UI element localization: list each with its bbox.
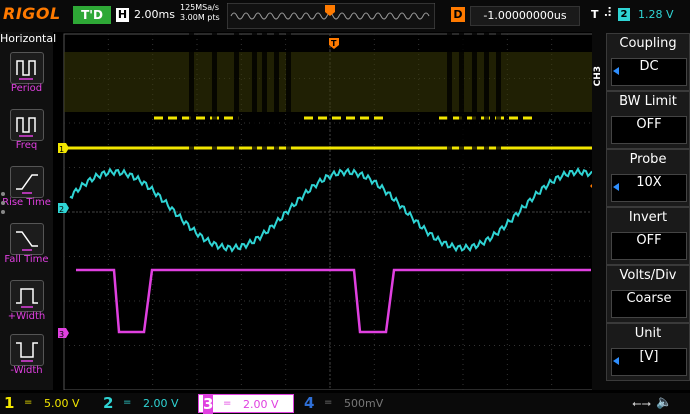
- measure-menu: Horizontal Period Freq Rise Time Fall Ti…: [0, 32, 57, 390]
- brand-logo: RIGOL: [3, 4, 61, 23]
- volts-div-value: Coarse: [611, 290, 687, 318]
- rising-edge-icon: ⠼: [603, 6, 613, 21]
- frequency-icon: [10, 109, 44, 141]
- acquisition-info: 125MSa/s 3.00M pts: [180, 3, 220, 23]
- sample-rate: 125MSa/s: [180, 3, 220, 12]
- ch2-trace: [69, 166, 593, 253]
- delay-readout[interactable]: -1.00000000us: [470, 6, 580, 26]
- volts-div-softkey[interactable]: Volts/Div Coarse: [606, 265, 690, 323]
- measure-freq-label: Freq: [15, 140, 38, 151]
- negative-width-icon: [10, 334, 44, 366]
- channel-2-status[interactable]: 2 = 2.00 V: [99, 394, 195, 413]
- delay-badge: D: [451, 7, 465, 22]
- probe-softkey[interactable]: Probe 10X: [606, 149, 690, 207]
- trigger-time-marker-label: T: [331, 39, 337, 48]
- coupling-title: Coupling: [619, 36, 677, 51]
- ch1-noise-band: [64, 52, 596, 112]
- ch1-gap: [459, 32, 464, 162]
- channel-2-scale: 2.00 V: [143, 397, 179, 410]
- horizontal-badge: H: [116, 8, 129, 22]
- measure-freq-button[interactable]: Freq: [0, 107, 53, 161]
- channel-3-status[interactable]: 3 = 2.00 V: [198, 394, 294, 414]
- ch1-gap: [496, 32, 501, 162]
- measure-period-label: Period: [10, 83, 43, 94]
- graticule: 123TT: [58, 32, 604, 390]
- trigger-source-badge: 2: [618, 8, 630, 21]
- timebase-readout[interactable]: 2.00ms: [134, 8, 175, 21]
- measure-negative-width-button[interactable]: -Width: [0, 332, 53, 386]
- unit-title: Unit: [634, 326, 662, 341]
- ch1-gap: [252, 32, 257, 162]
- coupling-softkey[interactable]: Coupling DC: [606, 33, 690, 91]
- ch3-trace: [76, 268, 591, 334]
- menu-title: Horizontal: [0, 32, 57, 45]
- unit-value: [V]: [611, 348, 687, 376]
- period-icon: [10, 52, 44, 84]
- channel-1-status[interactable]: 1 = 5.00 V: [0, 394, 96, 413]
- probe-title: Probe: [629, 152, 667, 167]
- waveform-display[interactable]: 123TT: [58, 32, 604, 390]
- ch1-gap: [212, 32, 217, 162]
- menu-page-indicator: [1, 192, 7, 219]
- fall-time-icon: [10, 223, 44, 255]
- unit-softkey[interactable]: Unit [V]: [606, 323, 690, 381]
- ch1-gap: [472, 32, 477, 162]
- memory-overview-bar[interactable]: [227, 3, 435, 29]
- arrow-left-icon: [613, 67, 619, 75]
- channel-2-number: 2: [103, 394, 114, 412]
- ch1-gap: [234, 32, 239, 162]
- measure-fall-time-button[interactable]: Fall Time: [0, 221, 53, 275]
- channel-4-status[interactable]: 4 = 500mV: [300, 394, 396, 413]
- trigger-badge: T: [591, 8, 599, 21]
- channel-status-bar: 1 = 5.00 V 2 = 2.00 V 3 = 2.00 V 4 = 500…: [0, 393, 690, 414]
- invert-softkey[interactable]: Invert OFF: [606, 207, 690, 265]
- channel-1-scale: 5.00 V: [44, 397, 80, 410]
- channel-3-number: 3: [203, 395, 214, 414]
- status-bar: RIGOL T'D H 2.00ms 125MSa/s 3.00M pts D …: [0, 0, 690, 32]
- memory-depth: 3.00M pts: [180, 13, 220, 22]
- positive-width-icon: [10, 280, 44, 312]
- ch1-gap: [447, 32, 452, 162]
- ch1-gap: [484, 32, 489, 162]
- channel-4-coupling: =: [324, 397, 333, 408]
- channel-2-coupling: =: [123, 397, 132, 408]
- channel-4-number: 4: [304, 394, 315, 412]
- measure-period-button[interactable]: Period: [0, 50, 53, 104]
- measure-fall-time-label: Fall Time: [4, 254, 49, 265]
- coupling-value: DC: [611, 58, 687, 86]
- bw-limit-value: OFF: [611, 116, 687, 144]
- channel-1-number: 1: [4, 394, 15, 412]
- channel-2-marker-label: 2: [59, 205, 64, 214]
- invert-value: OFF: [611, 232, 687, 260]
- channel-menu: CH3 Coupling DC BW Limit OFF Probe 10X I…: [592, 32, 690, 390]
- probe-value: 10X: [611, 174, 687, 202]
- volts-div-title: Volts/Div: [619, 268, 677, 283]
- invert-title: Invert: [628, 210, 668, 225]
- speaker-icon[interactable]: 🔈: [656, 395, 672, 410]
- measure-negative-width-label: -Width: [10, 365, 43, 376]
- arrow-left-icon: [613, 357, 619, 365]
- ch1-gap: [189, 32, 194, 162]
- channel-tag: CH3: [593, 66, 603, 87]
- measure-positive-width-button[interactable]: +Width: [0, 278, 53, 332]
- channel-3-scale: 2.00 V: [243, 398, 279, 411]
- ch1-gap: [274, 32, 279, 162]
- trigger-level-readout[interactable]: 1.28 V: [638, 8, 674, 21]
- ch1-gap: [262, 32, 267, 162]
- trigger-status-badge: T'D: [73, 6, 111, 24]
- channel-1-marker-label: 1: [59, 145, 64, 154]
- arrow-left-icon: [613, 183, 619, 191]
- usb-icon: ⭠⭢: [632, 396, 652, 410]
- measure-rise-time-button[interactable]: Rise Time: [0, 164, 53, 218]
- channel-1-coupling: =: [24, 397, 33, 408]
- channel-4-scale: 500mV: [344, 397, 384, 410]
- bw-limit-title: BW Limit: [619, 94, 677, 109]
- ch1-gap: [286, 32, 291, 162]
- bw-limit-softkey[interactable]: BW Limit OFF: [606, 91, 690, 149]
- measure-rise-time-label: Rise Time: [2, 197, 51, 208]
- rise-time-icon: [10, 166, 44, 198]
- measure-positive-width-label: +Width: [7, 311, 46, 322]
- channel-3-marker-label: 3: [59, 330, 64, 339]
- channel-3-coupling: =: [223, 398, 232, 409]
